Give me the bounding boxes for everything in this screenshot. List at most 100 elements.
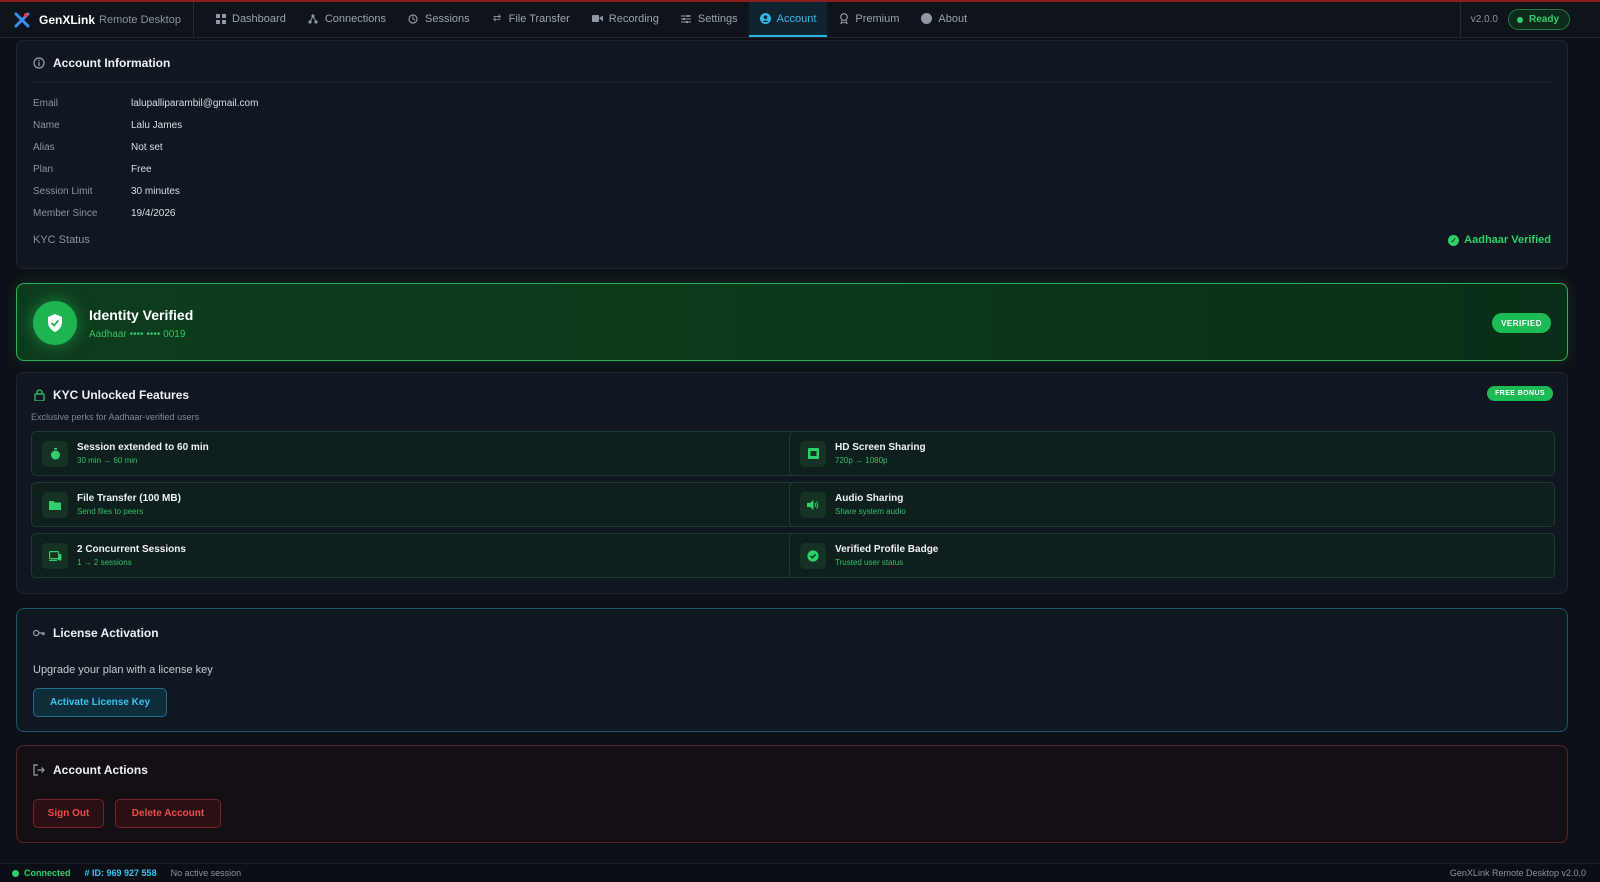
info-icon — [33, 57, 45, 69]
info-key: Session Limit — [33, 186, 93, 197]
feature-title: Audio Sharing — [835, 493, 904, 504]
tab-label: About — [938, 12, 968, 25]
status-dot-icon — [1516, 16, 1523, 23]
info-row-session-limit: Session Limit 30 minutes — [33, 186, 180, 197]
identity-title: Identity Verified — [89, 307, 194, 323]
info-row-name: Name Lalu James — [33, 120, 182, 131]
speaker-icon — [800, 491, 826, 518]
feature-session-extended: Session extended to 60 min 30 min → 60 m… — [31, 431, 797, 476]
info-row-alias: Alias Not set — [33, 142, 163, 153]
tab-premium[interactable]: Premium — [827, 2, 910, 37]
session-status: No active session — [170, 868, 242, 878]
account-actions-card: Account Actions Sign Out Delete Account — [16, 745, 1568, 843]
folder-icon — [42, 491, 68, 518]
info-key: Alias — [33, 142, 55, 153]
tab-label: Settings — [697, 12, 738, 25]
feature-file-transfer: File Transfer (100 MB) Send files to pee… — [31, 482, 797, 527]
transfer-icon: ⇄ — [492, 13, 502, 24]
feature-hd-screen-sharing: HD Screen Sharing 720p → 1080p — [789, 431, 1555, 476]
tab-label: Account — [776, 12, 817, 25]
card-title: Account Actions — [53, 763, 148, 777]
card-header: KYC Unlocked Features — [17, 373, 1567, 413]
tab-settings[interactable]: Settings — [670, 2, 749, 37]
check-circle-icon: ✓ — [1448, 234, 1460, 246]
card-header: Account Actions — [17, 746, 1567, 792]
app-name: GenXLink — [39, 12, 96, 27]
feature-title: Session extended to 60 min — [77, 442, 209, 453]
user-circle-icon — [759, 13, 771, 24]
award-icon — [838, 13, 849, 24]
info-row-email: Email lalupalliparambil@gmail.com — [33, 98, 258, 109]
info-key: Email — [33, 98, 59, 109]
device-id[interactable]: # ID: 969 927 558 — [85, 868, 157, 878]
feature-text: 2 Concurrent Sessions 1 → 2 sessions — [77, 544, 186, 567]
info-key: Name — [33, 120, 60, 131]
feature-title: Verified Profile Badge — [835, 544, 939, 555]
nav-right: v2.0.0 Ready — [1459, 2, 1600, 37]
info-row-plan: Plan Free — [33, 164, 152, 175]
kyc-status-label: KYC Status — [33, 234, 90, 246]
history-icon — [408, 13, 419, 24]
kyc-status-value: ✓ Aadhaar Verified — [1448, 234, 1551, 246]
app-logo-icon — [14, 12, 30, 28]
app-version-footer: GenXLink Remote Desktop v2.0.0 — [1449, 868, 1586, 878]
verified-badge: VERIFIED — [1492, 313, 1551, 333]
feature-detail: 1 → 2 sessions — [77, 558, 132, 567]
divider — [33, 82, 1551, 83]
badge-check-icon — [800, 542, 826, 569]
identity-aadhaar-masked: Aadhaar •••• •••• 0019 — [89, 329, 186, 340]
kyc-status-text: Aadhaar Verified — [1464, 234, 1551, 246]
delete-account-button[interactable]: Delete Account — [115, 799, 221, 828]
info-value: lalupalliparambil@gmail.com — [131, 98, 259, 109]
tab-label: Connections — [324, 12, 386, 25]
tab-account[interactable]: Account — [748, 2, 828, 37]
info-key: Member Since — [33, 208, 98, 219]
tab-label: Recording — [608, 12, 659, 25]
feature-title: File Transfer (100 MB) — [77, 493, 181, 504]
feature-verified-profile-badge: Verified Profile Badge Trusted user stat… — [789, 533, 1555, 578]
info-key: Plan — [33, 164, 54, 175]
lock-icon — [33, 389, 45, 401]
info-value: Lalu James — [131, 120, 183, 131]
camera-icon — [591, 13, 603, 24]
nav-tabs: Dashboard Connections Sessions ⇄ File Tr… — [204, 2, 978, 37]
feature-text: Session extended to 60 min 30 min → 60 m… — [77, 442, 209, 465]
info-value: 19/4/2026 — [131, 208, 176, 219]
connection-status: Connected — [12, 868, 71, 878]
tab-label: Sessions — [424, 12, 470, 25]
card-header: License Activation — [17, 609, 1567, 655]
feature-text: Audio Sharing Share system audio — [835, 493, 906, 516]
connections-icon — [308, 13, 319, 24]
dashboard-icon — [215, 13, 226, 24]
tab-file-transfer[interactable]: ⇄ File Transfer — [481, 2, 581, 37]
tab-label: Premium — [855, 12, 900, 25]
tab-sessions[interactable]: Sessions — [397, 2, 481, 37]
feature-detail: 720p → 1080p — [835, 456, 888, 465]
status-text: Ready — [1528, 14, 1559, 25]
top-navbar: GenXLink Remote Desktop Dashboard Connec… — [0, 2, 1600, 38]
logout-icon — [33, 764, 45, 776]
feature-detail: Share system audio — [835, 507, 906, 516]
info-value: Free — [131, 164, 152, 175]
card-title: License Activation — [53, 626, 159, 640]
feature-text: File Transfer (100 MB) Send files to pee… — [77, 493, 181, 516]
card-title: KYC Unlocked Features — [53, 388, 190, 402]
status-badge: Ready — [1507, 9, 1570, 30]
version-label: v2.0.0 — [1459, 2, 1508, 37]
tab-dashboard[interactable]: Dashboard — [204, 2, 297, 37]
account-information-card: Account Information Email lalupalliparam… — [16, 40, 1568, 269]
activate-license-button[interactable]: Activate License Key — [33, 688, 167, 717]
tab-about[interactable]: About — [910, 2, 978, 37]
card-subtitle: Exclusive perks for Aadhaar-verified use… — [31, 412, 200, 422]
tab-connections[interactable]: Connections — [297, 2, 397, 37]
card-title: Account Information — [53, 56, 171, 70]
sign-out-button[interactable]: Sign Out — [33, 799, 104, 828]
sliders-icon — [681, 13, 692, 24]
key-icon — [33, 627, 45, 639]
info-row-member-since: Member Since 19/4/2026 — [33, 208, 176, 219]
feature-text: HD Screen Sharing 720p → 1080p — [835, 442, 926, 465]
tab-recording[interactable]: Recording — [581, 2, 670, 37]
status-bar: Connected # ID: 969 927 558 No active se… — [0, 863, 1600, 882]
kyc-features-card: KYC Unlocked Features Exclusive perks fo… — [16, 372, 1568, 594]
feature-title: HD Screen Sharing — [835, 442, 926, 453]
